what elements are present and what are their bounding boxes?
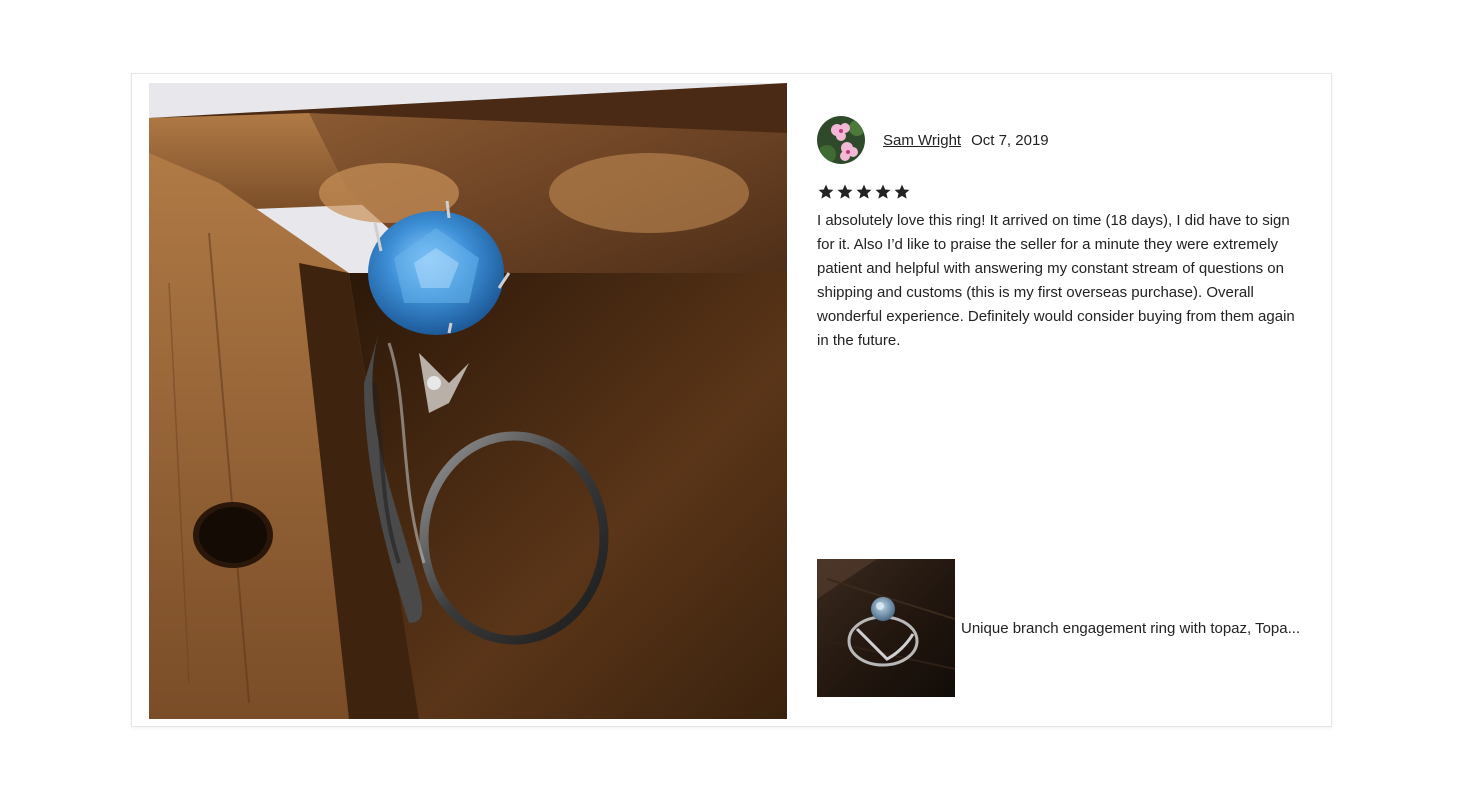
review-text: I absolutely love this ring! It arrived … <box>817 212 1295 349</box>
star-icon <box>856 184 872 199</box>
review-photo[interactable] <box>149 83 787 719</box>
star-icon <box>894 184 910 199</box>
reviewer-name-link[interactable]: Sam Wright <box>883 132 961 149</box>
reviewer-row: Sam Wright Oct 7, 2019 <box>817 116 1307 164</box>
listing-thumbnail[interactable] <box>817 559 955 697</box>
star-icon <box>875 184 891 199</box>
avatar[interactable] <box>817 116 865 164</box>
review-card: Sam Wright Oct 7, 2019 I absolutely love… <box>131 73 1332 727</box>
star-icon <box>818 184 834 199</box>
review-content: Sam Wright Oct 7, 2019 I absolutely love… <box>817 116 1307 353</box>
star-rating <box>817 183 1307 203</box>
review-date: Oct 7, 2019 <box>971 131 1049 149</box>
listing-link[interactable]: Unique branch engagement ring with topaz… <box>817 559 1309 697</box>
listing-title[interactable]: Unique branch engagement ring with topaz… <box>961 620 1309 637</box>
star-icon <box>837 184 853 199</box>
